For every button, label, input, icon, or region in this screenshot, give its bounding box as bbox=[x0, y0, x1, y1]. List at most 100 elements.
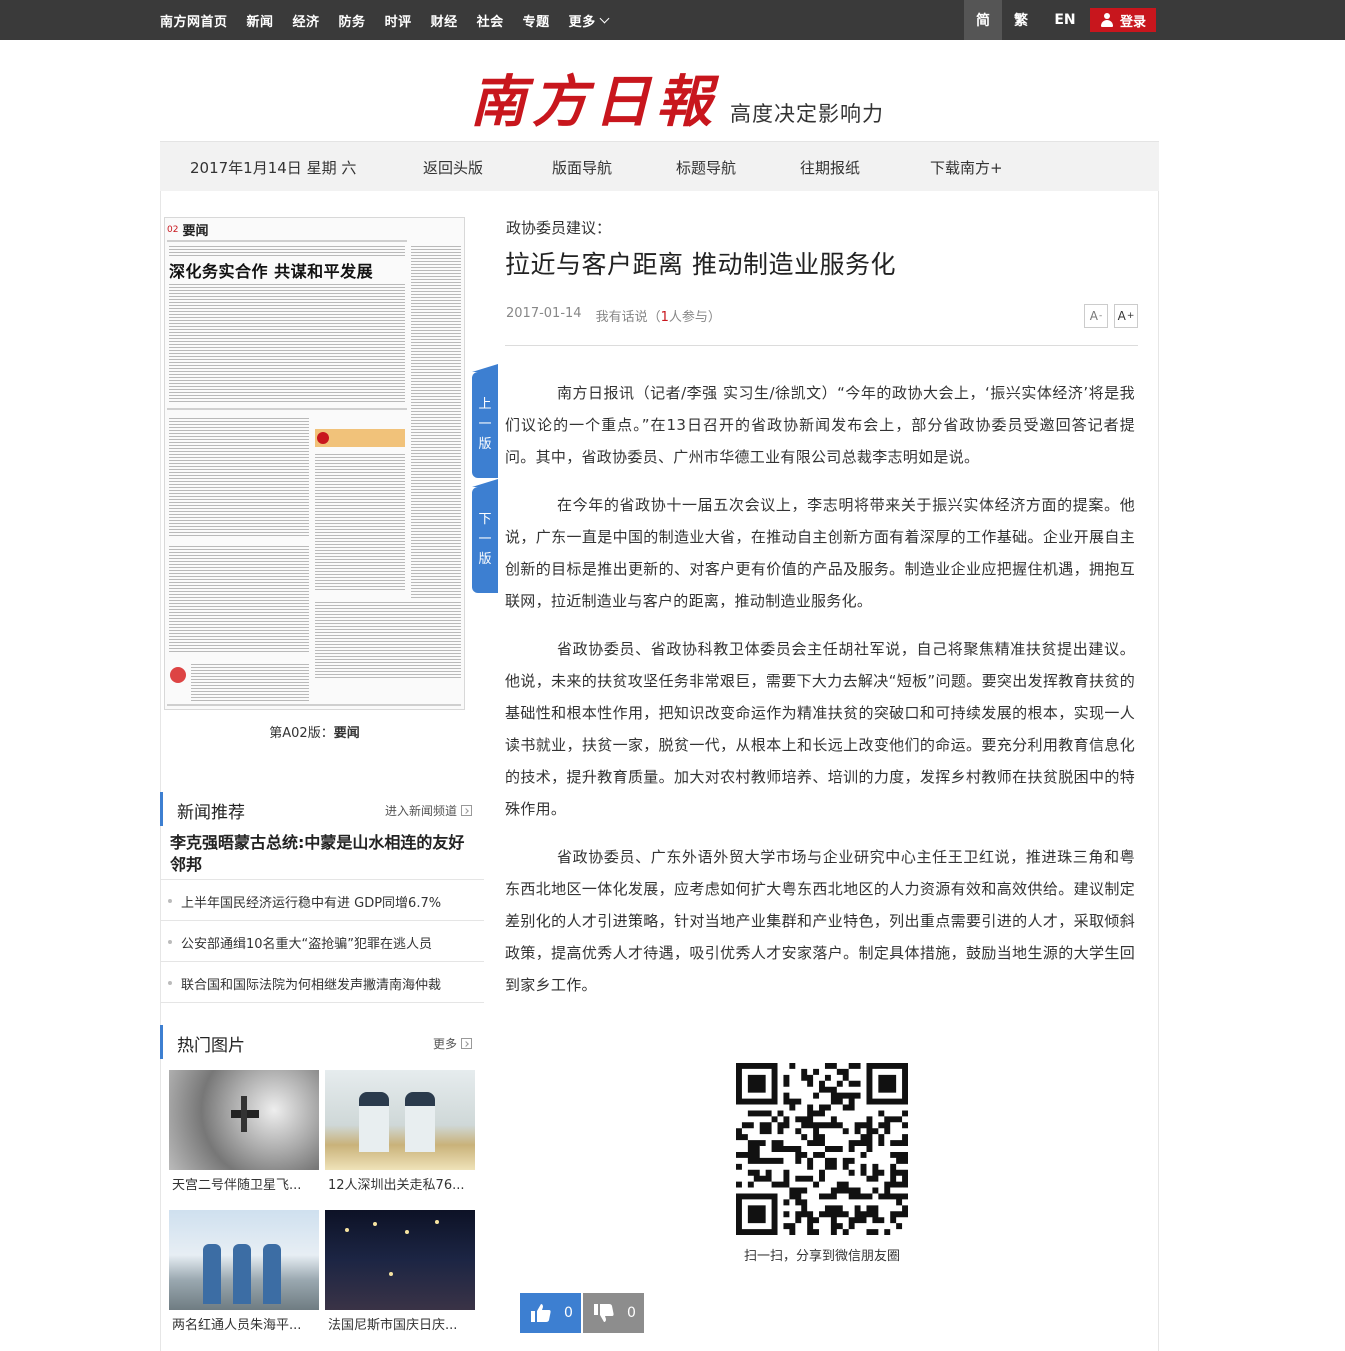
thumbnail-emblem bbox=[170, 667, 186, 683]
plus-icon: + bbox=[1126, 311, 1135, 321]
thumbnail-rule bbox=[167, 704, 461, 706]
news-channel-link[interactable]: 进入新闻频道 bbox=[385, 802, 472, 819]
airport-image bbox=[169, 1210, 319, 1310]
prev-page-char: 一 bbox=[478, 417, 492, 432]
thumbnail-headline: 深化务实合作 共谋和平发展 bbox=[169, 262, 374, 281]
photo-caption: 12人深圳出关走私76... bbox=[328, 1178, 465, 1193]
next-page-char: 下 bbox=[478, 512, 492, 527]
news-list-item[interactable]: 上半年国民经济运行稳中有进 GDP同增6.7% bbox=[160, 880, 484, 921]
next-page-char: 版 bbox=[478, 552, 492, 567]
topnav-society[interactable]: 社会 bbox=[477, 11, 504, 30]
topnav-topics[interactable]: 专题 bbox=[523, 11, 550, 30]
news-section-header: 新闻推荐 进入新闻频道 bbox=[160, 792, 484, 826]
article-kicker: 政协委员建议： bbox=[506, 219, 612, 237]
like-button[interactable]: 0 bbox=[520, 1293, 581, 1333]
nav-download-app[interactable]: 下载南方+ bbox=[930, 157, 1003, 178]
thumbnail-text-block bbox=[169, 244, 405, 256]
thumbnail-text-block bbox=[169, 544, 309, 654]
newspaper-page-thumbnail[interactable]: 02 要闻 深化务实合作 共谋和平发展 bbox=[164, 217, 465, 710]
news-list-item[interactable]: 联合国和国际法院为何相继发声撇清南海仲裁 bbox=[160, 962, 484, 1003]
article-title: 拉近与客户距离 推动制造业服务化 bbox=[505, 250, 896, 279]
thumbnail-text-block bbox=[191, 662, 309, 702]
thumbnail-caption-prefix: 第A02版： bbox=[269, 726, 334, 741]
photo-card[interactable]: 两名红通人员朱海平... bbox=[169, 1210, 319, 1333]
photos-section-title: 热门图片 bbox=[177, 1036, 245, 1056]
comment-prefix: 我有话说（ bbox=[595, 310, 661, 325]
image-detail bbox=[435, 1220, 439, 1224]
thumbnail-page-label: 要闻 bbox=[182, 224, 209, 239]
newspaper-logo[interactable]: 南方日報 bbox=[470, 66, 718, 138]
thumbnail-text-block bbox=[315, 452, 405, 592]
font-larger-button[interactable]: A + bbox=[1114, 304, 1138, 328]
arrow-right-icon bbox=[461, 1038, 472, 1049]
thumbnail-rule bbox=[167, 240, 407, 242]
edition-date: 2017年1月14日 星期 六 bbox=[190, 159, 357, 177]
lead-news-link[interactable]: 李克强晤蒙古总统:中蒙是山水相连的友好邻邦 bbox=[170, 832, 475, 876]
top-bar: 南方网首页 新闻 经济 防务 时评 财经 社会 专题 更多 简 繁 EN 登录 bbox=[0, 0, 1345, 40]
top-nav: 南方网首页 新闻 经济 防务 时评 财经 社会 专题 更多 bbox=[160, 0, 627, 40]
comment-link[interactable]: 我有话说（1人参与） bbox=[596, 306, 721, 325]
comment-count: 1 bbox=[660, 310, 669, 325]
thumbnail-text-block bbox=[169, 282, 405, 402]
article-paragraph: 省政协委员、省政协科教卫体委员会主任胡社军说，自己将聚焦精准扶贫提出建议。他说，… bbox=[505, 640, 1135, 818]
next-page-char: 一 bbox=[478, 532, 492, 547]
image-detail bbox=[389, 1272, 393, 1276]
nav-title-navigation[interactable]: 标题导航 bbox=[676, 157, 736, 178]
font-smaller-button[interactable]: A- bbox=[1084, 304, 1108, 328]
thumbs-up-icon bbox=[531, 1304, 551, 1322]
lang-simplified[interactable]: 简 bbox=[964, 0, 1002, 40]
article-paragraph: 在今年的省政协十一届五次会议上，李志明将带来关于振兴实体经济方面的提案。他说，广… bbox=[505, 496, 1135, 610]
thumbnail-page-number: 02 bbox=[167, 224, 179, 235]
next-page-button[interactable]: 下 一 版 bbox=[472, 479, 498, 593]
thumbnail-header: 02 要闻 bbox=[167, 220, 208, 239]
thumbnail-text-block bbox=[315, 600, 461, 680]
lang-english[interactable]: EN bbox=[1040, 0, 1090, 40]
like-count: 0 bbox=[564, 1305, 573, 1321]
divider bbox=[505, 345, 1138, 346]
photos-more-link[interactable]: 更多 bbox=[433, 1035, 472, 1052]
nav-past-issues[interactable]: 往期报纸 bbox=[800, 157, 860, 178]
bullet-icon bbox=[168, 981, 172, 985]
font-larger-label: A bbox=[1117, 309, 1126, 323]
dislike-button[interactable]: 0 bbox=[583, 1293, 644, 1333]
image-detail bbox=[405, 1092, 435, 1152]
language-switcher: 简 繁 EN bbox=[964, 0, 1090, 40]
qr-caption: 扫一扫，分享到微信朋友圈 bbox=[743, 1249, 900, 1264]
topnav-finance[interactable]: 财经 bbox=[431, 11, 458, 30]
topnav-news[interactable]: 新闻 bbox=[247, 11, 274, 30]
slogan: 高度决定影响力 bbox=[730, 102, 884, 126]
image-detail bbox=[233, 1244, 251, 1304]
topnav-more[interactable]: 更多 bbox=[568, 11, 610, 30]
arrow-right-icon bbox=[461, 805, 472, 816]
thumbnail-badge-dot bbox=[317, 432, 329, 444]
topnav-economy[interactable]: 经济 bbox=[293, 11, 320, 30]
login-button[interactable]: 登录 bbox=[1090, 8, 1156, 32]
thumbnail-text-block bbox=[411, 244, 461, 624]
photo-card[interactable]: 天宫二号伴随卫星飞... bbox=[169, 1070, 319, 1193]
photo-card[interactable]: 12人深圳出关走私76... bbox=[325, 1070, 475, 1193]
image-detail bbox=[359, 1092, 389, 1152]
news-section-title: 新闻推荐 bbox=[177, 803, 245, 823]
thumbnail-rule bbox=[167, 408, 407, 410]
news-list-item[interactable]: 公安部通缉10名重大“盗抢骗”犯罪在逃人员 bbox=[160, 921, 484, 962]
nav-page-navigation[interactable]: 版面导航 bbox=[552, 157, 612, 178]
nav-back-front-page[interactable]: 返回头版 bbox=[423, 157, 483, 178]
bullet-icon bbox=[168, 940, 172, 944]
topnav-more-label: 更多 bbox=[568, 14, 596, 30]
topnav-home[interactable]: 南方网首页 bbox=[160, 11, 228, 30]
bullet-icon bbox=[168, 899, 172, 903]
chevron-down-icon bbox=[599, 13, 610, 23]
photo-caption: 两名红通人员朱海平... bbox=[172, 1318, 302, 1333]
topnav-defense[interactable]: 防务 bbox=[339, 11, 366, 30]
thumbnail-caption: 第A02版：要闻 bbox=[164, 722, 465, 741]
thumbs-down-icon bbox=[594, 1304, 614, 1322]
prev-page-button[interactable]: 上 一 版 bbox=[472, 364, 498, 478]
login-label: 登录 bbox=[1119, 14, 1146, 30]
lang-traditional[interactable]: 繁 bbox=[1002, 0, 1040, 40]
thumbnail-caption-name: 要闻 bbox=[333, 726, 360, 741]
topnav-commentary[interactable]: 时评 bbox=[385, 11, 412, 30]
photo-card[interactable]: 法国尼斯市国庆日庆... bbox=[325, 1210, 475, 1333]
image-detail bbox=[373, 1222, 377, 1226]
masthead: 南方日報 高度决定影响力 bbox=[470, 58, 884, 138]
article-paragraph: 省政协委员、广东外语外贸大学市场与企业研究中心主任王卫红说，推进珠三角和粤东西北… bbox=[505, 848, 1135, 994]
